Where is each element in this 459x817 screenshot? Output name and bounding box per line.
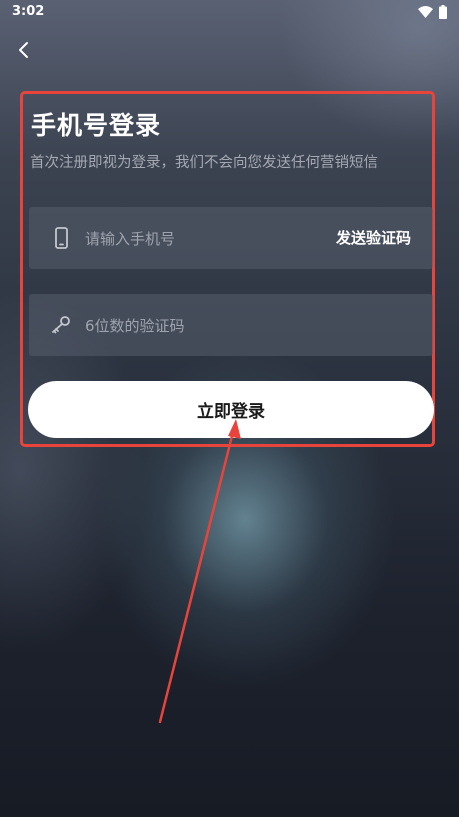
phone-input-row: 发送验证码 <box>29 207 433 271</box>
send-code-button[interactable]: 发送验证码 <box>336 207 411 269</box>
status-bar: 3:02 <box>0 0 459 24</box>
battery-icon <box>439 5 447 19</box>
status-time: 3:02 <box>12 4 45 19</box>
wifi-icon <box>418 6 433 18</box>
verification-code-input[interactable] <box>83 294 317 358</box>
phone-icon <box>55 227 68 249</box>
page-title: 手机号登录 <box>31 111 162 140</box>
status-icons <box>418 5 447 19</box>
phone-input[interactable] <box>83 207 317 271</box>
login-form-highlight: 手机号登录 首次注册即视为登录，我们不会向您发送任何营销短信 发送验证码 立即登… <box>20 91 435 447</box>
login-button[interactable]: 立即登录 <box>28 381 434 438</box>
code-input-row <box>29 294 433 358</box>
back-button[interactable] <box>10 36 38 64</box>
chevron-left-icon <box>19 42 28 58</box>
page-subtitle: 首次注册即视为登录，我们不会向您发送任何营销短信 <box>30 155 378 171</box>
key-icon <box>52 316 70 334</box>
